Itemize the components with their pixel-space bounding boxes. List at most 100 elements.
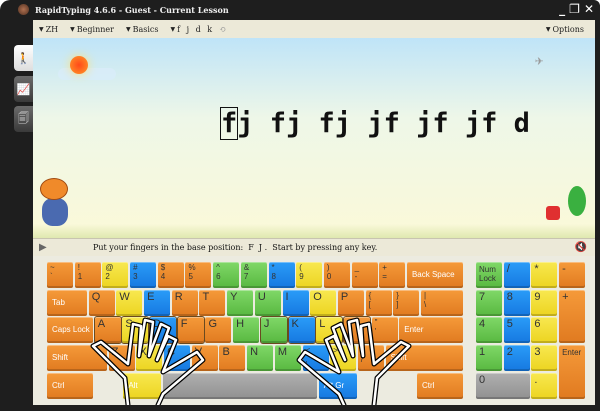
key[interactable]: :; [342, 316, 371, 345]
key-tab[interactable]: Tab [47, 289, 87, 316]
numpad-key[interactable]: 6 [531, 317, 558, 344]
key-n[interactable]: N [247, 345, 274, 372]
key-ctrl[interactable]: Ctrl [47, 372, 93, 399]
key-label: G [208, 318, 217, 331]
key-a[interactable]: A [93, 316, 122, 345]
current-character: f [219, 107, 239, 140]
close-button[interactable]: ✕ [584, 2, 594, 16]
key-label: 4 [479, 318, 486, 331]
key-o[interactable]: O [310, 289, 337, 316]
key-d[interactable]: D [149, 316, 178, 345]
language-dropdown[interactable]: ▼ ZH [39, 25, 58, 34]
numpad-key[interactable]: . [531, 372, 558, 399]
key-v[interactable]: V [191, 345, 218, 372]
course-dropdown[interactable]: ▼ Basics [126, 25, 159, 34]
key-alt[interactable]: Alt [123, 372, 162, 399]
key[interactable]: | \ [420, 289, 463, 316]
lesson-dropdown[interactable]: ▼ f j d k ⟲ [170, 25, 225, 34]
key-ctrl[interactable]: Ctrl [417, 372, 463, 399]
key-e[interactable]: E [144, 289, 171, 316]
numpad-key[interactable]: 3 [531, 345, 558, 372]
numpad-key[interactable]: 4 [476, 317, 502, 344]
numpad-key[interactable]: * [531, 262, 558, 288]
key-label: - [562, 263, 566, 275]
key-m[interactable]: M [274, 345, 301, 372]
key[interactable]: ~ ` [47, 262, 73, 288]
key-h[interactable]: H [233, 317, 260, 344]
key[interactable]: " ' [371, 317, 398, 344]
key-sublabel: - [354, 272, 358, 281]
key[interactable]: ) 0 [323, 262, 350, 288]
key[interactable]: #3 [130, 262, 157, 288]
key[interactable]: _ - [351, 262, 378, 288]
key[interactable]: {[ [365, 289, 392, 316]
key-w[interactable]: W [116, 289, 143, 316]
key-z[interactable]: Z [108, 345, 135, 372]
key[interactable]: (9 [296, 262, 323, 288]
key-label: 6 [534, 318, 541, 331]
sound-muted-icon[interactable]: 🔇 [575, 242, 587, 253]
key-l[interactable]: L [315, 316, 344, 345]
key-y[interactable]: Y [227, 289, 254, 316]
key-alt-gr[interactable]: Alt Gr [318, 372, 357, 399]
key[interactable]: * 8 [268, 262, 295, 288]
key-shift[interactable]: Shift [47, 345, 107, 372]
key-b[interactable]: B [219, 345, 246, 372]
key-q[interactable]: Q [88, 289, 115, 316]
numpad-key[interactable]: 7 [476, 289, 502, 316]
numpad-key[interactable]: 5 [503, 317, 530, 344]
numpad-key[interactable]: 9 [531, 289, 558, 316]
key-label: D [153, 318, 162, 331]
key-k[interactable]: K [287, 316, 316, 345]
title-bar[interactable]: RapidTyping 4.6.6 - Guest - Current Less… [18, 0, 600, 19]
key[interactable]: % 5 [185, 262, 212, 288]
numpad-key[interactable]: Enter [559, 345, 586, 399]
key-f[interactable]: F [176, 316, 205, 345]
options-dropdown[interactable]: ▼ Options [546, 25, 584, 34]
restore-button[interactable]: ❐ [569, 2, 580, 16]
key[interactable]: <, [302, 345, 329, 372]
key[interactable]: }] [393, 289, 420, 316]
key[interactable]: + = [379, 262, 406, 288]
chart-icon[interactable]: 📈 [14, 76, 33, 102]
key-j[interactable]: J [259, 316, 288, 345]
key[interactable]: ^ 6 [213, 262, 240, 288]
key-label: J [263, 318, 270, 331]
lesson-stage[interactable]: ✈ fj fj fj jf jf jf d [33, 38, 595, 238]
key-caps-lock[interactable]: Caps Lock [47, 317, 93, 344]
key[interactable]: >. [330, 345, 357, 372]
key-p[interactable]: P [337, 289, 364, 316]
key[interactable]: & 7 [240, 262, 267, 288]
key[interactable]: ! 1 [74, 262, 101, 288]
key-sublabel: 3 [133, 272, 138, 281]
numpad-key[interactable]: - [559, 262, 586, 288]
level-dropdown[interactable]: ▼ Beginner [70, 25, 114, 34]
numpad-key[interactable]: 2 [503, 345, 530, 372]
key-s[interactable]: S [121, 316, 150, 345]
key-i[interactable]: I [282, 289, 309, 316]
numpad-key[interactable]: + [559, 289, 586, 344]
key-shift[interactable]: Shift [385, 345, 463, 372]
numpad-key[interactable]: 1 [476, 345, 502, 372]
play-icon[interactable]: ▶ [39, 242, 47, 253]
minimize-button[interactable]: _ [559, 2, 565, 16]
documents-icon[interactable]: 🗐 [14, 106, 33, 132]
key[interactable]: $4 [157, 262, 184, 288]
numpad-key[interactable]: Num Lock [476, 262, 502, 288]
refresh-icon[interactable]: ⟲ [219, 25, 226, 34]
key-x[interactable]: X [136, 345, 163, 372]
walking-person-icon[interactable]: 🚶 [14, 45, 33, 71]
key[interactable]: @2 [102, 262, 129, 288]
key[interactable]: ? / [357, 345, 384, 372]
key-space[interactable] [163, 372, 318, 399]
numpad-key[interactable]: 8 [503, 289, 530, 316]
key-r[interactable]: R [171, 289, 198, 316]
key-u[interactable]: U [254, 289, 281, 316]
numpad-key[interactable]: / [503, 262, 530, 288]
key-c[interactable]: C [164, 345, 191, 372]
key-enter[interactable]: Enter [399, 317, 463, 344]
numpad-key[interactable]: 0 [476, 372, 530, 399]
key-t[interactable]: T [199, 289, 226, 316]
key-back-space[interactable]: Back Space [406, 262, 463, 288]
key-g[interactable]: G [205, 317, 232, 344]
